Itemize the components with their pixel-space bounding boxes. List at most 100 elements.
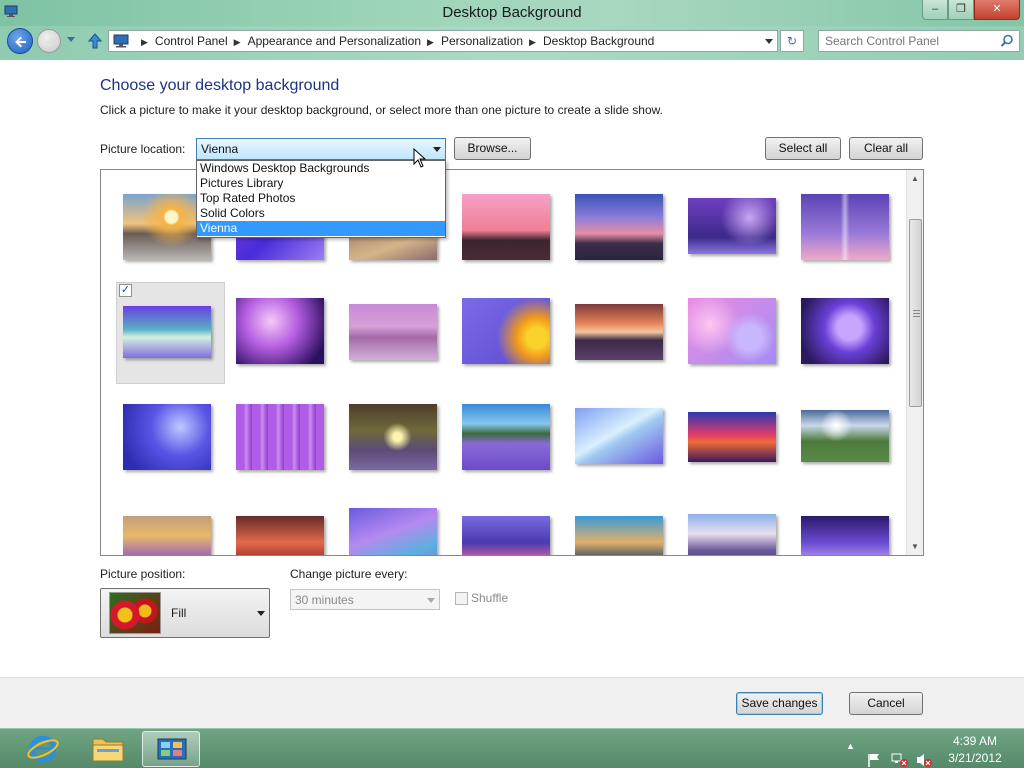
control-panel-icon	[157, 738, 187, 760]
wallpaper-thumbnail[interactable]	[575, 304, 663, 360]
shuffle-checkbox	[455, 592, 468, 605]
clear-all-button[interactable]: Clear all	[849, 137, 923, 160]
taskbar: ▲ 4:39 AM 3/21/2012	[0, 728, 1024, 768]
wallpaper-thumbnail[interactable]	[236, 298, 324, 364]
location-option[interactable]: Windows Desktop Backgrounds	[197, 161, 445, 176]
wallpaper-thumbnail[interactable]	[349, 508, 437, 555]
breadcrumb-separator-icon[interactable]: ▶	[234, 37, 241, 48]
wallpaper-thumbnail[interactable]	[575, 408, 663, 464]
title-bar: Desktop Background ‒ ❐ ✕	[0, 0, 1024, 26]
wallpaper-thumbnail[interactable]	[236, 516, 324, 555]
picture-checkbox[interactable]: ✓	[119, 284, 132, 297]
internet-explorer-icon	[27, 735, 59, 763]
save-changes-button[interactable]: Save changes	[736, 692, 823, 715]
wallpaper-thumbnail[interactable]	[462, 298, 550, 364]
breadcrumb: ▶ Control Panel ▶ Appearance and Personaliz…	[135, 34, 654, 48]
wallpaper-thumbnail[interactable]	[688, 412, 776, 462]
clock-date[interactable]: 3/21/2012	[940, 751, 1010, 765]
folder-icon	[92, 738, 124, 762]
wallpaper-thumbnail[interactable]	[575, 194, 663, 260]
taskbar-internet-explorer[interactable]	[14, 731, 72, 767]
minimize-button[interactable]: ‒	[922, 0, 948, 20]
wallpaper-thumbnail[interactable]	[575, 516, 663, 555]
cancel-button[interactable]: Cancel	[849, 692, 923, 715]
breadcrumb-appearance[interactable]: Appearance and Personalization	[248, 34, 421, 48]
network-error-icon[interactable]	[891, 740, 909, 768]
location-option-selected[interactable]: Vienna	[197, 221, 445, 236]
wallpaper-thumbnail[interactable]	[123, 516, 211, 555]
refresh-button[interactable]: ↻	[780, 30, 804, 52]
change-picture-select: 30 minutes	[290, 589, 440, 610]
wallpaper-thumbnail[interactable]	[123, 404, 211, 470]
wallpaper-thumbnail[interactable]	[801, 194, 889, 260]
navigation-bar: ▶ Control Panel ▶ Appearance and Personaliz…	[0, 26, 1024, 60]
location-option[interactable]: Pictures Library	[197, 176, 445, 191]
picture-location-label: Picture location:	[100, 142, 186, 156]
back-arrow-icon	[15, 36, 26, 48]
breadcrumb-personalization[interactable]: Personalization	[441, 34, 523, 48]
dialog-footer: Save changes Cancel	[0, 677, 1024, 728]
wallpaper-thumbnail[interactable]	[349, 304, 437, 360]
location-option[interactable]: Top Rated Photos	[197, 191, 445, 206]
wallpaper-thumbnail[interactable]	[801, 516, 889, 555]
up-arrow-icon[interactable]	[86, 32, 104, 50]
location-option[interactable]: Solid Colors	[197, 206, 445, 221]
picture-location-value: Vienna	[201, 142, 239, 156]
dropdown-chevron-icon	[427, 598, 435, 603]
scrollbar-grip-icon	[913, 310, 920, 317]
scroll-up-arrow-icon[interactable]: ▲	[907, 170, 923, 187]
wallpaper-thumbnail[interactable]	[688, 198, 776, 254]
wallpaper-thumbnail[interactable]	[688, 514, 776, 555]
taskbar-control-panel[interactable]	[142, 731, 200, 767]
wallpaper-thumbnail[interactable]	[688, 298, 776, 364]
wallpaper-thumbnail[interactable]	[123, 306, 211, 358]
gallery-scrollbar[interactable]: ▲ ▼	[906, 170, 923, 555]
maximize-button[interactable]: ❐	[948, 0, 974, 20]
wallpaper-thumbnail[interactable]	[236, 404, 324, 470]
breadcrumb-separator-icon[interactable]: ▶	[427, 37, 434, 48]
wallpaper-thumbnail[interactable]	[349, 404, 437, 470]
address-history-chevron-icon[interactable]	[765, 39, 773, 44]
page-description: Click a picture to make it your desktop …	[100, 103, 663, 117]
change-picture-value: 30 minutes	[295, 593, 354, 607]
scrollbar-thumb[interactable]	[909, 219, 922, 407]
action-center-flag-icon[interactable]	[866, 740, 882, 768]
address-bar[interactable]: ▶ Control Panel ▶ Appearance and Personaliz…	[108, 30, 778, 52]
recent-pages-chevron-icon[interactable]	[67, 37, 75, 42]
breadcrumb-separator-icon[interactable]: ▶	[141, 37, 148, 48]
select-all-button[interactable]: Select all	[765, 137, 841, 160]
search-box	[818, 30, 1020, 52]
main-content: Choose your desktop background Click a p…	[0, 60, 1024, 677]
wallpaper-thumbnail[interactable]	[462, 194, 550, 260]
search-icon[interactable]	[1000, 34, 1014, 48]
mouse-pointer-icon	[413, 148, 427, 168]
dropdown-chevron-icon	[257, 611, 265, 616]
search-input[interactable]	[819, 31, 995, 51]
breadcrumb-separator-icon[interactable]: ▶	[529, 37, 536, 48]
picture-position-select[interactable]: Fill	[100, 588, 270, 638]
scroll-down-arrow-icon[interactable]: ▼	[907, 538, 923, 555]
page-title: Choose your desktop background	[100, 77, 340, 94]
change-picture-label: Change picture every:	[290, 567, 408, 581]
clock-time[interactable]: 4:39 AM	[940, 734, 1010, 748]
volume-muted-icon[interactable]	[915, 740, 933, 768]
picture-position-label: Picture position:	[100, 567, 186, 581]
wallpaper-thumbnail[interactable]	[462, 516, 550, 555]
window-title: Desktop Background	[442, 4, 582, 21]
breadcrumb-control-panel[interactable]: Control Panel	[155, 34, 228, 48]
picture-location-options: Windows Desktop Backgrounds Pictures Lib…	[196, 160, 446, 238]
show-hidden-icons-button[interactable]: ▲	[846, 741, 855, 768]
taskbar-file-explorer[interactable]	[79, 731, 137, 767]
forward-button[interactable]	[37, 29, 61, 53]
back-button[interactable]	[7, 28, 33, 54]
close-button[interactable]: ✕	[974, 0, 1020, 20]
wallpaper-thumbnail[interactable]	[801, 410, 889, 462]
breadcrumb-desktop-background[interactable]: Desktop Background	[543, 34, 654, 48]
picture-location-select[interactable]: Vienna	[196, 138, 446, 160]
forward-arrow-icon	[45, 37, 56, 47]
wallpaper-thumbnail[interactable]	[801, 298, 889, 364]
wallpaper-thumbnail[interactable]	[462, 404, 550, 470]
browse-button[interactable]: Browse...	[454, 137, 531, 160]
picture-position-value: Fill	[171, 606, 187, 620]
shuffle-label: Shuffle	[471, 591, 509, 605]
